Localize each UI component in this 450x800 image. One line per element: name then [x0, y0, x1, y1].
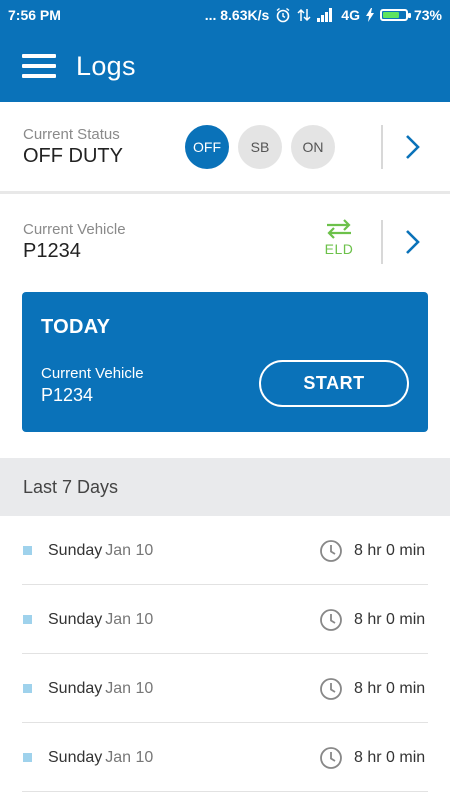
- log-list-item[interactable]: Sunday Jan 10 8 hr 0 min: [0, 585, 450, 654]
- list-bullet: [23, 615, 32, 624]
- log-date: Jan 10: [105, 679, 154, 697]
- today-title: TODAY: [41, 316, 111, 338]
- current-vehicle-text: Current Vehicle P1234: [23, 221, 126, 263]
- chevron-right-icon[interactable]: [404, 134, 422, 160]
- signal-strength-icon: [317, 8, 335, 22]
- vertical-divider: [381, 220, 383, 264]
- hamburger-menu-icon[interactable]: [22, 54, 56, 78]
- swap-arrows-icon: [327, 219, 351, 239]
- log-date: Jan 10: [105, 610, 154, 628]
- start-button[interactable]: START: [259, 360, 409, 407]
- log-day: Sunday Jan 10: [48, 749, 153, 767]
- log-day: Sunday Jan 10: [48, 611, 153, 629]
- today-card: TODAY Current Vehicle P1234 START: [22, 292, 428, 432]
- today-vehicle-label: Current Vehicle: [41, 365, 144, 382]
- clock-icon: [320, 608, 342, 631]
- current-status-label: Current Status: [23, 125, 120, 143]
- today-vehicle-value: P1234: [41, 385, 94, 405]
- network-speed: ... 8.63K/s: [204, 7, 270, 23]
- battery-level-fill: [382, 12, 400, 18]
- log-duration: 8 hr 0 min: [354, 679, 426, 697]
- log-day-name: Sunday: [48, 679, 103, 697]
- battery-icon: [379, 9, 411, 21]
- log-date: Jan 10: [105, 748, 154, 766]
- system-status-bar: 7:56 PM ... 8.63K/s 4G 73%: [0, 0, 450, 30]
- chevron-right-icon[interactable]: [404, 229, 422, 255]
- current-status-row: Current Status OFF DUTY OFF SB ON: [0, 102, 450, 194]
- clock-icon: [320, 746, 342, 769]
- status-icons: ... 8.63K/s 4G 73%: [205, 7, 442, 23]
- network-type: 4G: [341, 7, 360, 23]
- eld-label: ELD: [324, 241, 354, 257]
- eld-switch-button[interactable]: ELD: [322, 218, 356, 257]
- log-list-item[interactable]: Sunday Jan 10 8 hr 0 min: [0, 516, 450, 585]
- log-duration: 8 hr 0 min: [354, 610, 426, 628]
- current-status-text: Current Status OFF DUTY: [23, 126, 123, 168]
- on-duty-button[interactable]: ON: [291, 124, 335, 169]
- list-bullet: [23, 684, 32, 693]
- log-duration: 8 hr 0 min: [354, 541, 426, 559]
- page-title: Logs: [76, 50, 136, 81]
- duty-status-buttons: OFF SB ON: [185, 124, 335, 169]
- vertical-divider: [381, 124, 383, 169]
- current-status-value: OFF DUTY: [23, 144, 123, 167]
- battery-percent: 73%: [413, 7, 442, 23]
- current-vehicle-row: Current Vehicle P1234 ELD: [0, 196, 450, 288]
- data-transfer-icon: [297, 7, 311, 23]
- charging-bolt-icon: [365, 8, 374, 22]
- log-duration: 8 hr 0 min: [354, 748, 426, 766]
- log-day-name: Sunday: [48, 541, 103, 559]
- last-7-days-header: Last 7 Days: [0, 458, 450, 516]
- clock-icon: [320, 539, 342, 562]
- log-day-name: Sunday: [48, 610, 103, 628]
- off-duty-button[interactable]: OFF: [185, 124, 229, 169]
- alarm-icon: [275, 7, 291, 23]
- status-time: 7:56 PM: [8, 7, 61, 23]
- sleeper-berth-button[interactable]: SB: [238, 124, 282, 169]
- log-day: Sunday Jan 10: [48, 542, 153, 560]
- log-list-item[interactable]: Sunday Jan 10 8 hr 0 min: [0, 654, 450, 723]
- current-vehicle-value: P1234: [23, 240, 81, 262]
- app-bar: Logs: [0, 30, 450, 102]
- log-day-name: Sunday: [48, 748, 103, 766]
- clock-icon: [320, 677, 342, 700]
- list-bullet: [23, 753, 32, 762]
- log-list-item[interactable]: Sunday Jan 10 8 hr 0 min: [0, 723, 450, 792]
- log-date: Jan 10: [105, 541, 154, 559]
- log-day: Sunday Jan 10: [48, 680, 153, 698]
- list-bullet: [23, 546, 32, 555]
- log-list: Sunday Jan 10 8 hr 0 min Sunday Jan 10 8 h…: [0, 516, 450, 792]
- current-vehicle-label: Current Vehicle: [23, 221, 126, 238]
